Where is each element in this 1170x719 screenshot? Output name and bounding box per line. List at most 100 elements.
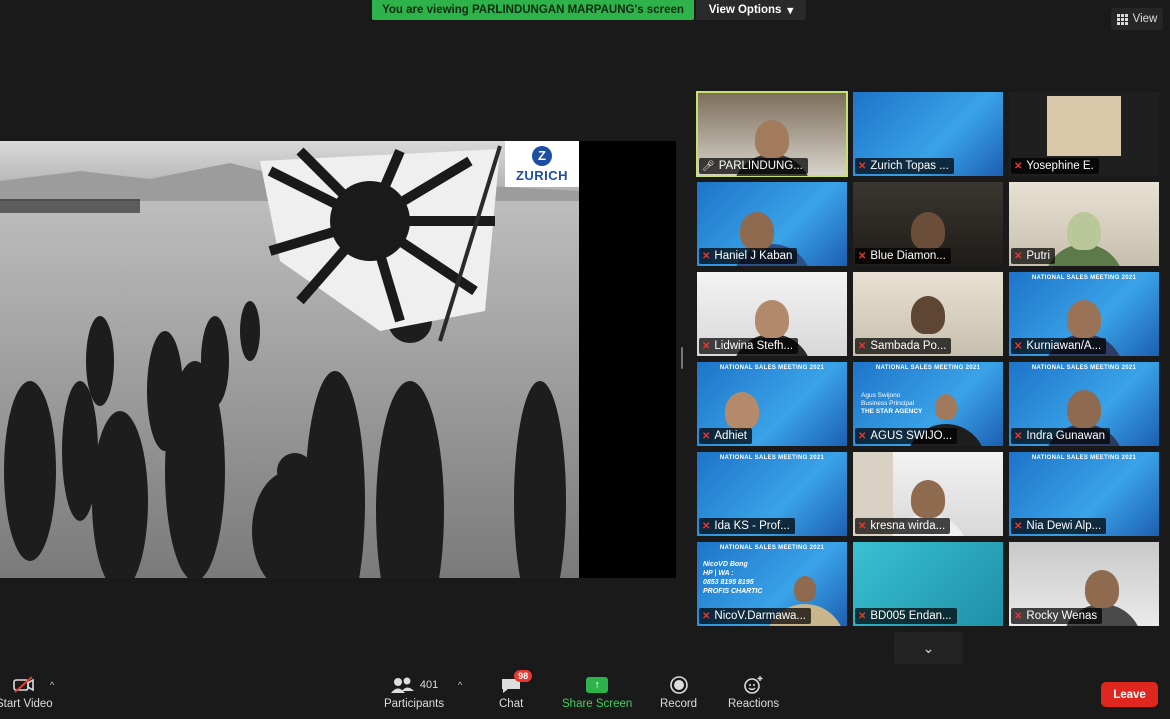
meeting-banner-text: NATIONAL SALES MEETING 2021 (719, 365, 825, 371)
participant-name-label: ✕ NicoV.Darmawa... (699, 608, 811, 624)
participant-name-label: ✕ Yosephine E. (1011, 158, 1099, 174)
soldiers-photo (0, 141, 579, 578)
participant-name: BD005 Endan... (870, 610, 952, 622)
mic-muted-icon: ✕ (702, 340, 711, 352)
viewing-screen-banner: You are viewing PARLINDUNGAN MARPAUNG's … (372, 0, 694, 20)
participant-name-label: ✕ Zurich Topas ... (855, 158, 954, 174)
person-head (911, 212, 945, 250)
participant-tile[interactable]: NATIONAL SALES MEETING 2021 ✕ Nia Dewi A… (1009, 452, 1159, 536)
participant-tile[interactable]: NATIONAL SALES MEETING 2021 ✕ Ida KS - P… (697, 452, 847, 536)
participant-tile[interactable]: ✕ Sambada Po... (853, 272, 1003, 356)
shared-slide-image: Z ZURICH (0, 141, 579, 578)
mic-muted-icon: ✕ (1014, 430, 1023, 442)
reactions-button[interactable]: Reactions (728, 672, 779, 710)
video-options-caret-icon[interactable]: ^ (50, 680, 54, 690)
participant-name-label: ✕ BD005 Endan... (855, 608, 957, 624)
record-icon (669, 672, 689, 698)
chevron-down-icon: ⌄ (922, 639, 935, 656)
reactions-smiley-icon (743, 672, 765, 698)
participant-tile[interactable]: ✕ Blue Diamon... (853, 182, 1003, 266)
view-layout-button[interactable]: View (1111, 8, 1163, 30)
participant-name: kresna wirda... (870, 520, 946, 532)
participant-name: Yosephine E. (1026, 160, 1094, 172)
participant-name-label: ✕ Lidwina Stefh... (699, 338, 799, 354)
participant-tile[interactable]: NATIONAL SALES MEETING 2021 ✕ Adhiet (697, 362, 847, 446)
participant-name: Sambada Po... (870, 340, 947, 352)
participant-tile[interactable]: ✕ kresna wirda... (853, 452, 1003, 536)
participant-name: Putri (1026, 250, 1051, 262)
mic-muted-icon: ✕ (858, 610, 867, 622)
person-head (794, 576, 816, 602)
mic-muted-icon: ✕ (702, 610, 711, 622)
chevron-down-icon: ▾ (787, 5, 794, 17)
start-video-button[interactable]: Start Video (0, 672, 53, 710)
person-head (911, 296, 945, 334)
participant-name-label: ✕ kresna wirda... (855, 518, 951, 534)
mic-muted-icon: ✕ (702, 430, 711, 442)
chat-unread-badge: 98 (514, 670, 533, 682)
chat-icon: 98 (500, 670, 533, 698)
zurich-logo-mark: Z (532, 145, 552, 166)
participant-tile[interactable]: ✕ Yosephine E. (1009, 92, 1159, 176)
mic-muted-icon: ✕ (1014, 160, 1023, 172)
meeting-banner-text: NATIONAL SALES MEETING 2021 (719, 545, 825, 551)
participants-button[interactable]: 401 Participants (384, 672, 444, 710)
participants-count: 401 (419, 679, 439, 691)
participant-tile[interactable]: ✕ Putri (1009, 182, 1159, 266)
participant-tile[interactable]: 🎤︎ PARLINDUNG... (696, 91, 848, 177)
participant-name: NicoV.Darmawa... (714, 610, 806, 622)
meeting-banner-text: NATIONAL SALES MEETING 2021 (719, 455, 825, 461)
mic-muted-icon: ✕ (858, 160, 867, 172)
person-head (911, 480, 945, 518)
participant-video (1047, 96, 1121, 156)
chat-label: Chat (499, 698, 524, 710)
meeting-banner-text: NATIONAL SALES MEETING 2021 (1031, 455, 1137, 461)
mic-muted-icon: ✕ (1014, 520, 1023, 532)
panel-resize-handle[interactable] (681, 347, 683, 369)
participant-name-label: ✕ Indra Gunawan (1011, 428, 1111, 444)
start-video-label: Start Video (0, 698, 53, 710)
zurich-logo-text: ZURICH (515, 167, 569, 183)
mic-muted-icon: ✕ (1014, 250, 1023, 262)
participant-tile[interactable]: ✕ BD005 Endan... (853, 542, 1003, 626)
person-head (935, 394, 957, 420)
participant-tile[interactable]: ✕ Rocky Wenas (1009, 542, 1159, 626)
record-button[interactable]: Record (660, 672, 697, 710)
view-options-label: View Options (708, 4, 782, 16)
participants-label: Participants (384, 698, 445, 710)
view-options-button[interactable]: View Options ▾ (696, 0, 806, 20)
leave-meeting-button[interactable]: Leave (1101, 682, 1158, 707)
participant-tile[interactable]: NATIONAL SALES MEETING 2021 ✕ Kurniawan/… (1009, 272, 1159, 356)
participant-tile[interactable]: NATIONAL SALES MEETING 2021 Agus Swijono… (853, 362, 1003, 446)
participant-name: Indra Gunawan (1026, 430, 1106, 442)
share-screen-label: Share Screen (562, 698, 633, 710)
record-label: Record (660, 698, 698, 710)
participant-tile[interactable]: ✕ Lidwina Stefh... (697, 272, 847, 356)
participant-name-label: 🎤︎ PARLINDUNG... (699, 158, 808, 174)
gallery-next-page-button[interactable]: ⌄ (894, 632, 963, 664)
participant-name: Haniel J Kaban (714, 250, 793, 262)
participant-name-label: ✕ Rocky Wenas (1011, 608, 1103, 624)
participants-icon: 401 (390, 672, 438, 698)
participant-name: Rocky Wenas (1026, 610, 1098, 622)
participant-name-label: ✕ Putri (1011, 248, 1056, 264)
participant-tile[interactable]: ✕ Haniel J Kaban (697, 182, 847, 266)
mic-muted-icon: ✕ (1014, 610, 1023, 622)
participant-tile[interactable]: NATIONAL SALES MEETING 2021 ✕ Indra Guna… (1009, 362, 1159, 446)
participant-name-label: ✕ Ida KS - Prof... (699, 518, 795, 534)
participant-name: AGUS SWIJO... (870, 430, 953, 442)
participants-options-caret-icon[interactable]: ^ (458, 680, 462, 690)
participant-tile[interactable]: ✕ Zurich Topas ... (853, 92, 1003, 176)
person-head (1085, 570, 1119, 608)
share-screen-button[interactable]: ↑ Share Screen (562, 672, 632, 710)
participant-name: Blue Diamon... (870, 250, 946, 262)
chat-button[interactable]: 98 Chat (499, 670, 533, 710)
participant-tile[interactable]: NATIONAL SALES MEETING 2021 NicoVD Bong … (697, 542, 847, 626)
agus-caption: Agus Swijono Business Principal THE STAR… (861, 392, 923, 415)
zurich-logo: Z ZURICH (505, 141, 579, 187)
meeting-toolbar: Start Video ^ 401 Participants ^ 98 Chat… (0, 666, 1170, 719)
shared-screen: Z ZURICH (0, 141, 676, 578)
banner-text: You are viewing PARLINDUNGAN MARPAUNG's … (382, 4, 684, 16)
mic-muted-icon: ✕ (1014, 340, 1023, 352)
participant-name: Ida KS - Prof... (714, 520, 790, 532)
